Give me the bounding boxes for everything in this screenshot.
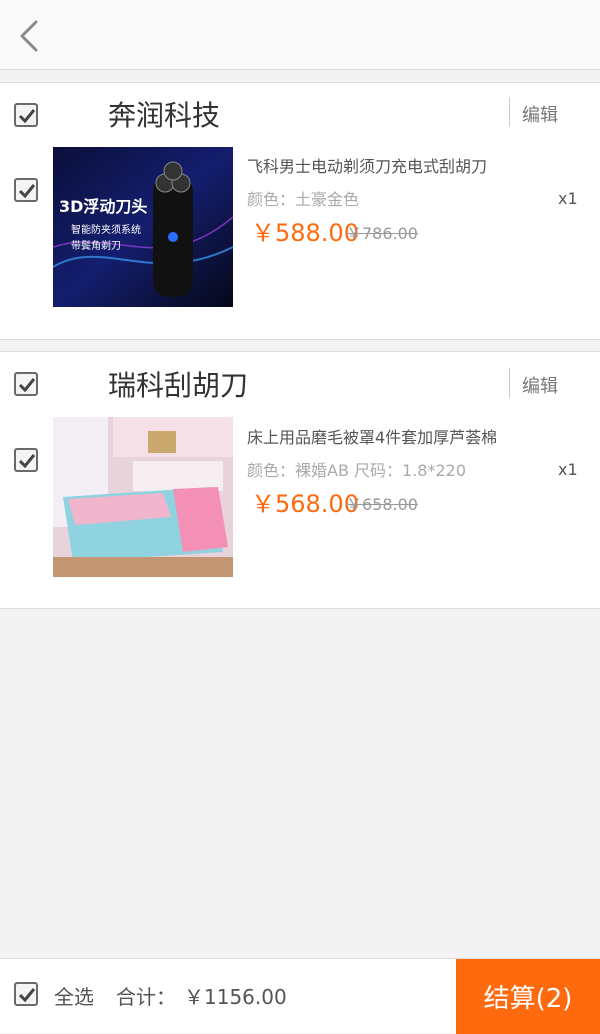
- chevron-left-icon: [20, 20, 38, 52]
- total-value: ￥1156.00: [184, 985, 287, 1009]
- image-text: 智能防夹须系统: [71, 225, 141, 236]
- checkmark-icon: [18, 378, 36, 393]
- product-image[interactable]: [53, 417, 233, 577]
- image-text: 3D浮动刀头: [59, 197, 148, 216]
- shop-checkbox[interactable]: [14, 103, 38, 127]
- shop-name: 瑞科刮胡刀: [108, 369, 249, 402]
- product-image[interactable]: 3D浮动刀头 智能防夹须系统 带鬓角剃刀: [53, 147, 233, 307]
- original-price: ￥786.00: [346, 224, 418, 243]
- quantity: x1: [558, 189, 578, 208]
- shop-card: 奔润科技 编辑 3D浮动刀头 智能防夹须系统 带鬓角剃刀 飞科男士电动剃须刀充电…: [0, 82, 600, 340]
- top-bar: [0, 0, 600, 70]
- quantity: x1: [558, 460, 578, 479]
- checkmark-icon: [18, 184, 36, 199]
- back-button[interactable]: [10, 14, 50, 58]
- shop-name: 奔润科技: [108, 99, 221, 132]
- item-checkbox[interactable]: [14, 448, 38, 472]
- product-attrs: 颜色：土豪金色: [247, 190, 360, 209]
- image-text: 带鬓角剃刀: [71, 241, 121, 252]
- product-price: ￥588.00: [251, 219, 359, 247]
- select-all-label[interactable]: 全选: [54, 981, 94, 1010]
- product-title[interactable]: 飞科男士电动剃须刀充电式刮胡刀: [247, 153, 487, 177]
- shop-card: 瑞科刮胡刀 编辑 床上用品磨毛被罩4件套加厚芦荟棉 颜色：裸婚AB 尺码：1.8…: [0, 351, 600, 609]
- checkout-bar: 全选 合计： ￥1156.00 结算(2): [0, 958, 600, 1034]
- checkout-button[interactable]: 结算(2): [456, 959, 600, 1034]
- product-title[interactable]: 床上用品磨毛被罩4件套加厚芦荟棉: [247, 424, 497, 448]
- item-checkbox[interactable]: [14, 178, 38, 202]
- original-price: ￥658.00: [346, 495, 418, 514]
- edit-divider: [509, 368, 510, 398]
- edit-button[interactable]: 编辑: [522, 101, 558, 127]
- select-all-checkbox[interactable]: [14, 982, 38, 1006]
- edit-button[interactable]: 编辑: [522, 372, 558, 398]
- checkmark-icon: [18, 454, 36, 469]
- edit-divider: [509, 97, 510, 127]
- checkmark-icon: [18, 109, 36, 124]
- shop-checkbox[interactable]: [14, 372, 38, 396]
- total-label: 合计：: [116, 985, 176, 1009]
- product-attrs: 颜色：裸婚AB 尺码：1.8*220: [247, 461, 466, 480]
- product-price: ￥568.00: [251, 490, 359, 518]
- checkmark-icon: [18, 988, 36, 1003]
